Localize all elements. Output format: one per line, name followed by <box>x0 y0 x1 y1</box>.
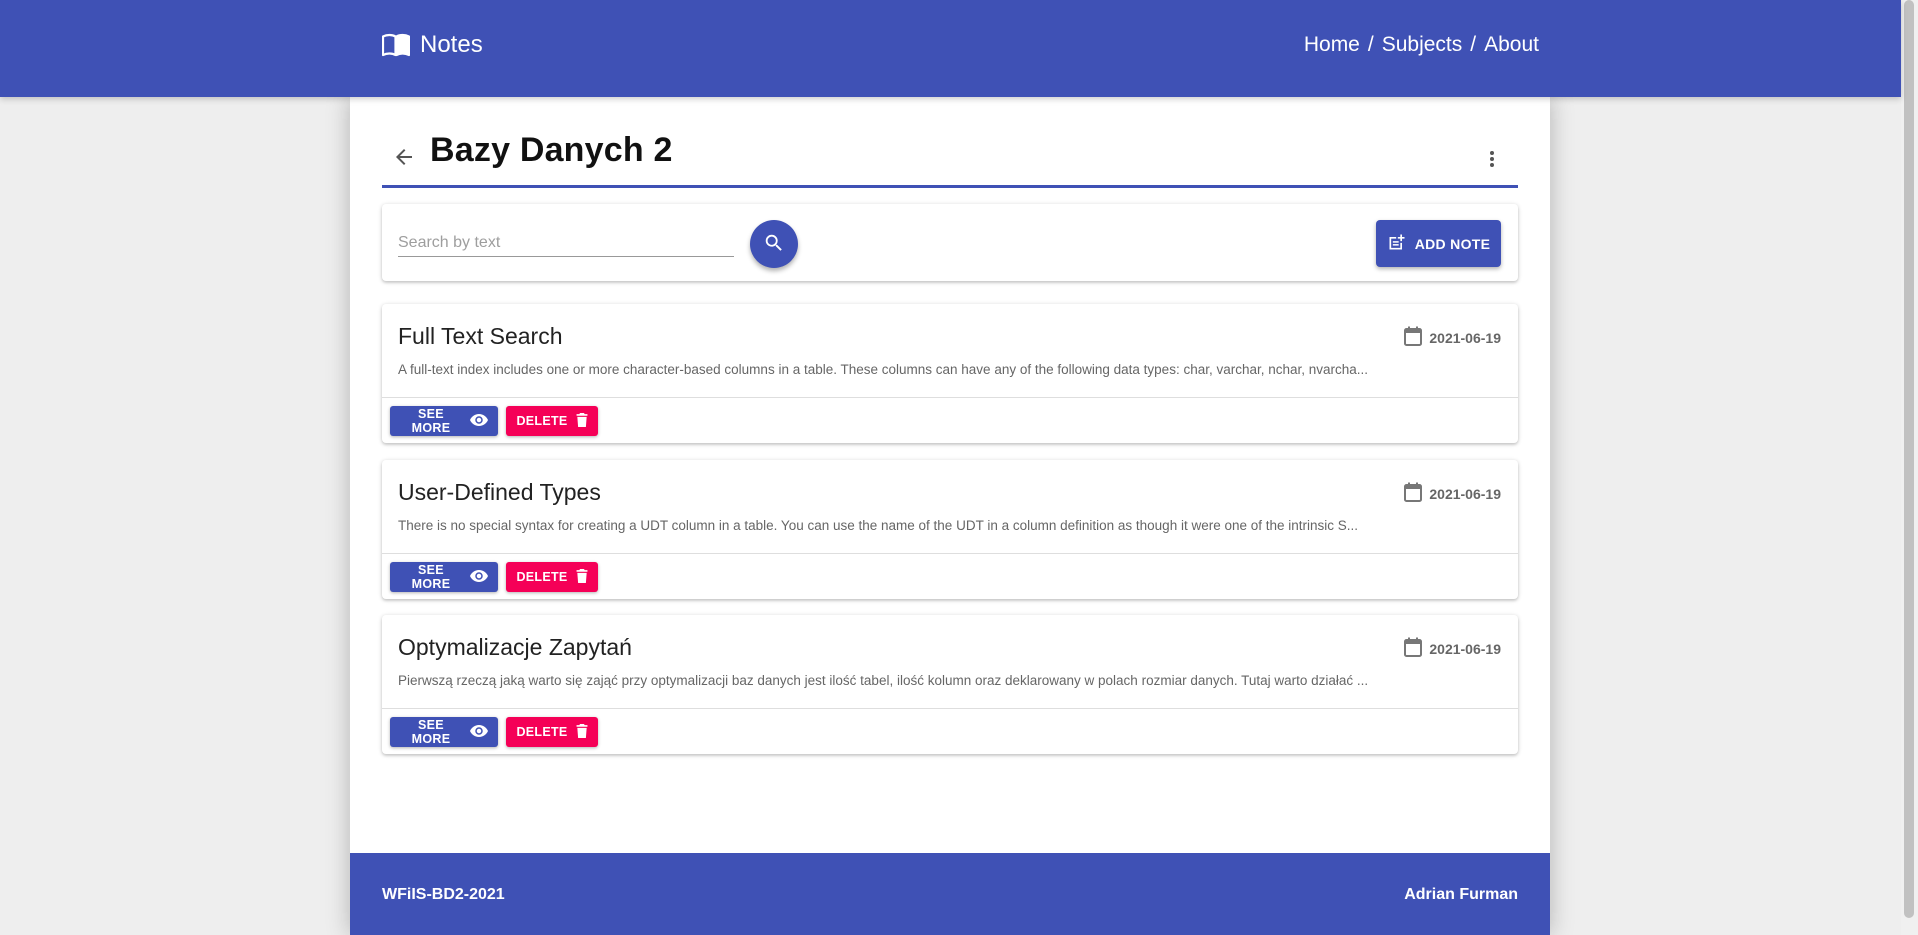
note-date: 2021-06-19 <box>1404 326 1501 349</box>
note-card: Full Text Search 2021-06-19 A full-text … <box>382 304 1518 443</box>
note-actions: SEE MORE DELETE <box>390 406 598 436</box>
see-more-label: SEE MORE <box>411 407 451 435</box>
add-note-label: ADD NOTE <box>1414 235 1491 252</box>
note-divider <box>382 708 1518 709</box>
subject-header: Bazy Danych 2 <box>382 127 1518 185</box>
brand-title: Notes <box>420 31 483 58</box>
main-nav: Home / Subjects / About <box>1304 33 1539 57</box>
footer-project-code: WFiIS-BD2-2021 <box>382 886 505 903</box>
calendar-icon <box>1404 482 1423 505</box>
search-bar-card: ADD NOTE <box>382 204 1518 281</box>
nav-separator: / <box>1470 33 1477 56</box>
see-more-button[interactable]: SEE MORE <box>390 717 498 747</box>
see-more-button[interactable]: SEE MORE <box>390 406 498 436</box>
note-card: User-Defined Types 2021-06-19 There is n… <box>382 460 1518 599</box>
see-more-label: SEE MORE <box>411 563 451 591</box>
eye-icon <box>470 724 488 741</box>
delete-label: DELETE <box>516 570 568 584</box>
note-date-text: 2021-06-19 <box>1429 640 1501 657</box>
note-excerpt: There is no special syntax for creating … <box>398 518 1359 533</box>
see-more-label: SEE MORE <box>411 718 451 746</box>
add-note-button[interactable]: ADD NOTE <box>1376 220 1501 267</box>
main-content: Bazy Danych 2 Search by text ADD NOTE Fu… <box>350 97 1550 935</box>
calendar-icon <box>1404 637 1423 660</box>
eye-icon <box>470 569 488 586</box>
search-icon <box>763 232 785 257</box>
page-title: Bazy Danych 2 <box>430 131 673 169</box>
top-app-bar: Notes Home / Subjects / About <box>0 0 1901 97</box>
note-excerpt: A full-text index includes one or more c… <box>398 362 1369 377</box>
delete-button[interactable]: DELETE <box>506 717 598 747</box>
note-date: 2021-06-19 <box>1404 482 1501 505</box>
nav-about-link[interactable]: About <box>1484 33 1539 57</box>
delete-button[interactable]: DELETE <box>506 562 598 592</box>
note-card: Optymalizacje Zapytań 2021-06-19 Pierwsz… <box>382 615 1518 754</box>
note-divider <box>382 397 1518 398</box>
scrollbar-thumb[interactable] <box>1904 0 1914 918</box>
nav-separator: / <box>1367 33 1374 56</box>
search-input[interactable] <box>398 230 734 257</box>
calendar-icon <box>1404 326 1423 349</box>
eye-icon <box>470 413 488 430</box>
trash-icon <box>576 568 588 586</box>
note-title: Full Text Search <box>398 323 563 349</box>
search-button[interactable] <box>750 220 798 268</box>
note-date-text: 2021-06-19 <box>1429 485 1501 502</box>
footer-author: Adrian Furman <box>1404 886 1518 903</box>
title-divider <box>382 185 1518 188</box>
nav-subjects-link[interactable]: Subjects <box>1382 33 1463 57</box>
note-actions: SEE MORE DELETE <box>390 717 598 747</box>
note-add-icon <box>1387 232 1407 255</box>
note-date: 2021-06-19 <box>1404 637 1501 660</box>
nav-home-link[interactable]: Home <box>1304 33 1360 57</box>
note-date-text: 2021-06-19 <box>1429 329 1501 346</box>
note-excerpt: Pierwszą rzeczą jaką warto się zająć prz… <box>398 673 1369 688</box>
note-title: Optymalizacje Zapytań <box>398 634 632 660</box>
trash-icon <box>576 412 588 430</box>
more-vertical-icon[interactable] <box>1482 147 1502 171</box>
see-more-button[interactable]: SEE MORE <box>390 562 498 592</box>
book-open-icon <box>382 33 410 57</box>
note-title: User-Defined Types <box>398 479 601 505</box>
footer: WFiIS-BD2-2021 Adrian Furman <box>350 853 1550 935</box>
note-divider <box>382 553 1518 554</box>
arrow-left-icon[interactable] <box>392 145 416 169</box>
delete-button[interactable]: DELETE <box>506 406 598 436</box>
trash-icon <box>576 723 588 741</box>
delete-label: DELETE <box>516 414 568 428</box>
delete-label: DELETE <box>516 725 568 739</box>
note-actions: SEE MORE DELETE <box>390 562 598 592</box>
brand[interactable]: Notes <box>382 31 483 59</box>
